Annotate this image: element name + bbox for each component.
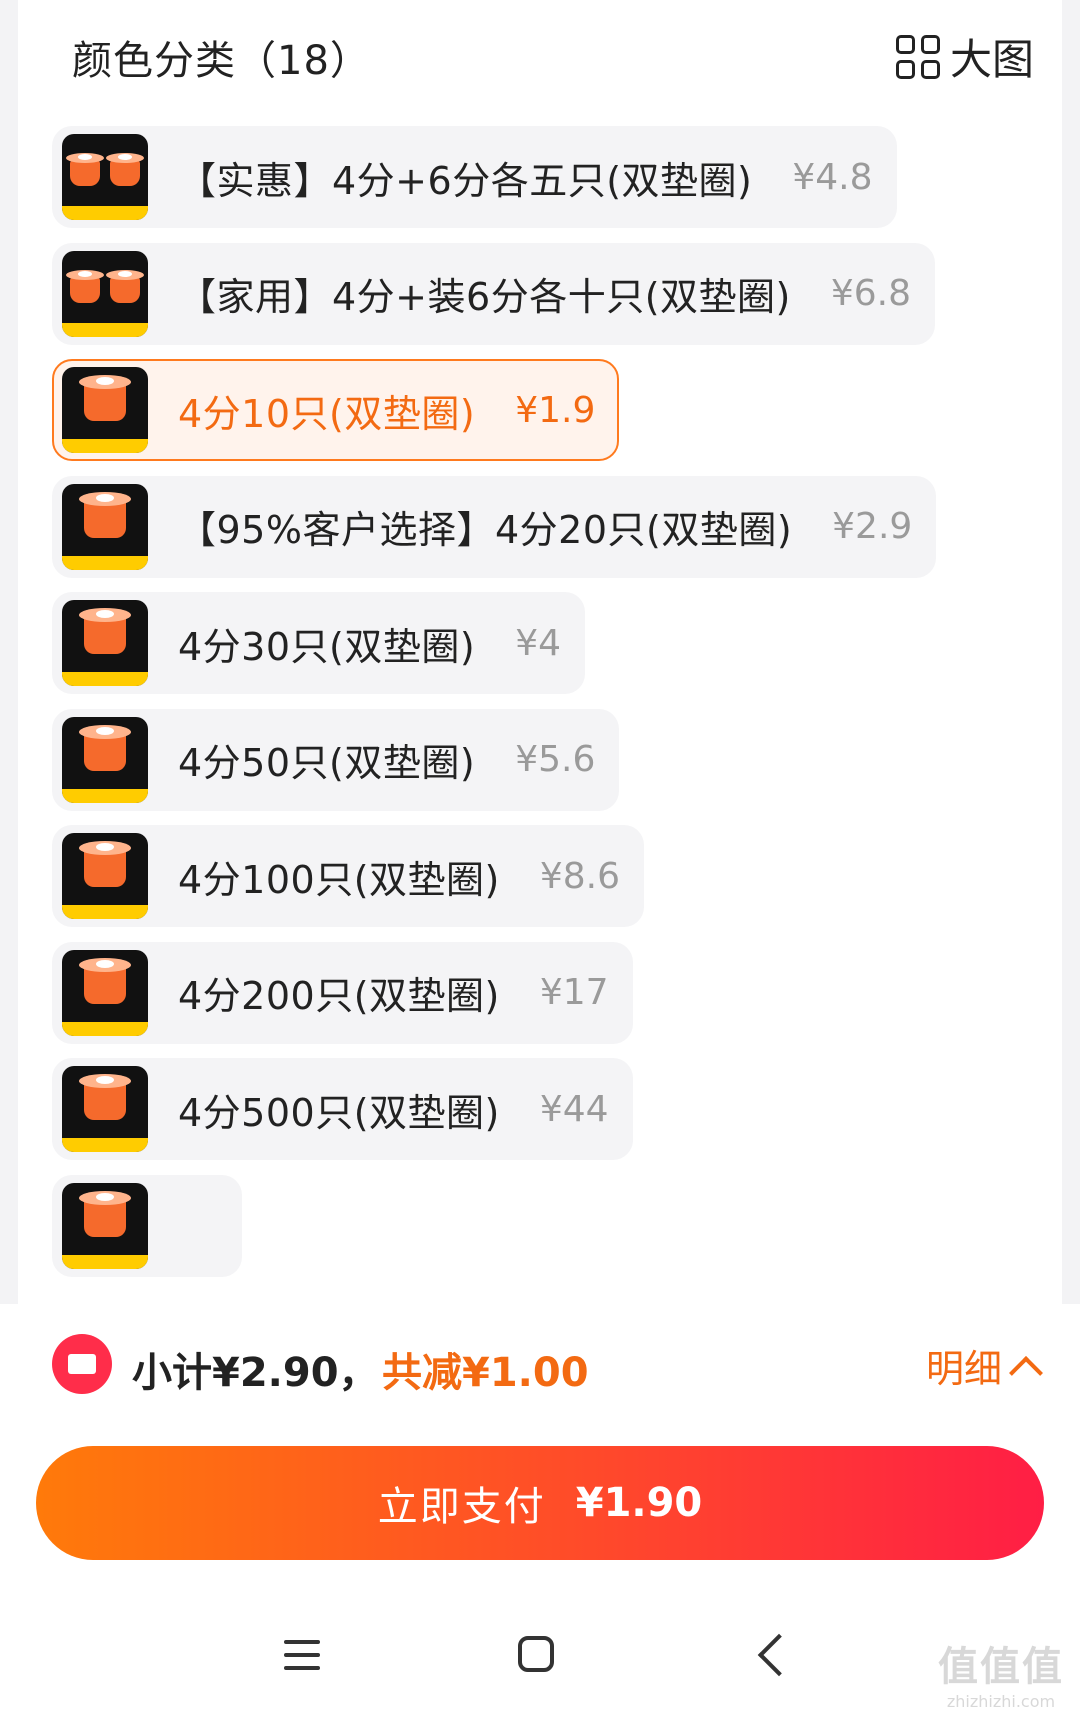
option-label: 【家用】4分+装6分各十只(双垫圈) — [178, 275, 791, 319]
product-thumbnail — [62, 600, 148, 686]
product-thumbnail — [62, 716, 148, 803]
detail-label: 明细 — [925, 1347, 1002, 1391]
sheet-header: 颜色分类（18） 大图 — [54, 22, 1034, 84]
option-label: 4分30只(双垫圈) — [178, 624, 476, 669]
option-label: 4分200只(双垫圈) — [178, 974, 500, 1018]
option-label: 【实惠】4分+6分各五只(双垫圈) — [178, 158, 753, 203]
product-thumbnail — [62, 483, 148, 570]
sku-option[interactable]: 【实惠】4分+6分各五只(双垫圈) ¥4.8 — [52, 126, 897, 228]
pay-now-button[interactable]: 立即支付 ¥1.90 — [36, 1446, 1044, 1560]
subtotal-text: 小计¥2.90， — [132, 1350, 379, 1396]
home-icon[interactable] — [518, 1636, 554, 1672]
system-nav-bar: 值值值 zhizhizhi.com — [0, 1610, 1080, 1711]
option-label: 4分50只(双垫圈) — [178, 741, 476, 785]
sku-option[interactable]: 4分100只(双垫圈) ¥8.6 — [52, 825, 645, 927]
sku-option[interactable]: 【家用】4分+装6分各十只(双垫圈) ¥6.8 — [52, 242, 936, 345]
sku-option[interactable]: 4分10只(双垫圈) ¥1.9 — [52, 359, 620, 461]
sku-option[interactable]: 【95%客户选择】4分20只(双垫圈) ¥2.9 — [52, 475, 937, 578]
back-icon[interactable] — [757, 1633, 801, 1677]
option-price: ¥8.6 — [539, 855, 621, 897]
sku-option[interactable]: 4分500只(双垫圈) ¥44 — [52, 1058, 633, 1160]
section-title: 颜色分类（18） — [72, 38, 371, 84]
option-price: ¥4 — [515, 622, 561, 664]
product-thumbnail — [62, 949, 148, 1036]
option-price: ¥44 — [539, 1088, 609, 1130]
option-price: ¥5.6 — [515, 739, 596, 780]
watermark: 值值值 zhizhizhi.com — [938, 1634, 1064, 1711]
sku-sheet: 颜色分类（18） 大图 【实惠】4分+6分各五只(双垫圈) ¥4.8 【家用】4分+… — [18, 0, 1062, 1304]
option-label: 4分10只(双垫圈) — [178, 391, 476, 436]
option-label: 4分500只(双垫圈) — [178, 1090, 500, 1135]
sku-option[interactable]: 4分30只(双垫圈) ¥4 — [52, 592, 585, 694]
option-price: ¥2.9 — [832, 506, 913, 547]
option-price: ¥17 — [539, 972, 609, 1013]
product-thumbnail — [62, 134, 148, 220]
option-price: ¥4.8 — [792, 156, 873, 198]
watermark-mark: 值值值 — [938, 1644, 1064, 1690]
menu-icon[interactable] — [284, 1640, 320, 1670]
discount-text: 共减¥1.00 — [382, 1350, 589, 1396]
product-thumbnail — [62, 1066, 148, 1152]
option-label: 4分100只(双垫圈) — [178, 857, 500, 902]
option-price: ¥1.9 — [515, 389, 596, 431]
pay-label: 立即支付 — [377, 1484, 546, 1530]
sku-option[interactable]: 4分50只(双垫圈) ¥5.6 — [52, 708, 620, 811]
product-thumbnail — [62, 250, 148, 337]
large-view-label: 大图 — [949, 35, 1034, 84]
product-thumbnail — [62, 367, 148, 453]
detail-toggle[interactable]: 明细 — [925, 1338, 1043, 1393]
product-thumbnail — [62, 1182, 148, 1269]
pay-amount: ¥1.90 — [575, 1480, 703, 1526]
chevron-up-icon — [1009, 1355, 1043, 1390]
grid-icon — [895, 34, 940, 79]
sku-option[interactable]: 4分200只(双垫圈) ¥17 — [52, 941, 633, 1044]
coupon-icon — [52, 1334, 112, 1394]
watermark-url: zhizhizhi.com — [946, 1692, 1056, 1711]
option-price: ¥6.8 — [830, 273, 912, 314]
product-thumbnail — [62, 833, 148, 919]
option-label: 【95%客户选择】4分20只(双垫圈) — [178, 508, 793, 552]
sku-option[interactable] — [52, 1174, 242, 1277]
large-view-toggle[interactable]: 大图 — [895, 26, 1034, 87]
